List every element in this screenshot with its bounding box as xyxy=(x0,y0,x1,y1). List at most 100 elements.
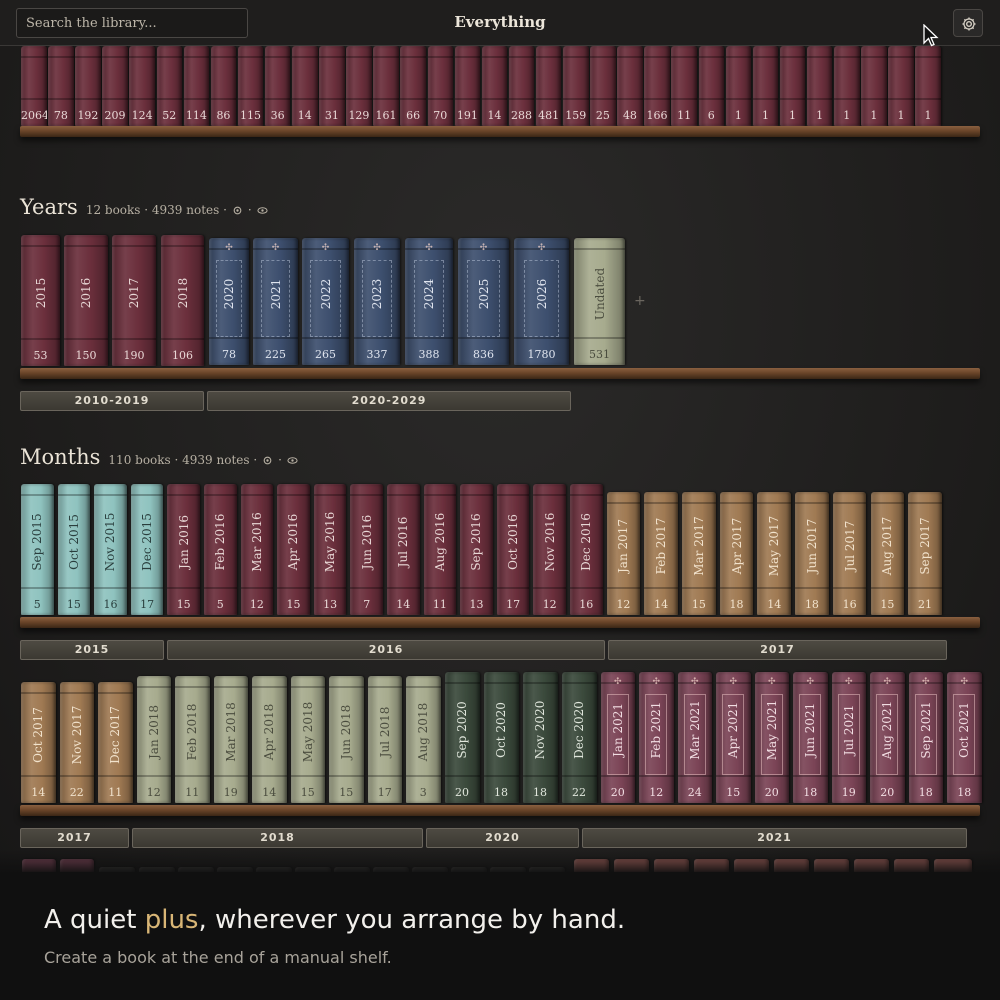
book-spine[interactable]: Nov 2017 22 xyxy=(59,682,94,803)
book-spine[interactable]: 86 xyxy=(210,46,237,126)
group-bracket[interactable]: 2015 xyxy=(20,640,164,660)
book-spine[interactable]: ✣ Jun 2021 18 xyxy=(793,672,828,803)
book-spine[interactable]: ✣ 2022 265 xyxy=(302,238,349,365)
book-spine[interactable]: Feb 2017 14 xyxy=(644,492,678,615)
book-spine[interactable]: 1 xyxy=(779,46,806,126)
book-spine[interactable]: ✣ Apr 2021 15 xyxy=(716,672,751,803)
book-spine[interactable]: 52 xyxy=(156,46,182,126)
book-spine[interactable]: Jan 2016 15 xyxy=(167,484,200,615)
book-spine[interactable]: Oct 2017 14 xyxy=(21,682,56,803)
group-bracket[interactable]: 2021 xyxy=(582,828,967,848)
book-spine[interactable]: 1 xyxy=(888,46,914,126)
book-spine[interactable]: Nov 2020 18 xyxy=(522,672,558,803)
book-spine[interactable]: Dec 2020 22 xyxy=(561,672,597,803)
book-spine[interactable]: Nov 2015 16 xyxy=(94,484,127,615)
book-spine[interactable]: Jul 2018 17 xyxy=(367,676,402,803)
book-spine[interactable]: Oct 2016 17 xyxy=(496,484,530,615)
book-spine[interactable]: 1 xyxy=(915,46,941,126)
book-spine[interactable]: ✣ Jul 2021 19 xyxy=(831,672,866,803)
book-spine[interactable]: Dec 2017 11 xyxy=(98,682,133,803)
book-spine[interactable]: 78 xyxy=(48,46,74,126)
book-spine[interactable]: 1 xyxy=(806,46,833,126)
book-spine[interactable]: Jul 2017 16 xyxy=(832,492,867,615)
book-spine[interactable]: ✣ 2026 1780 xyxy=(514,238,569,365)
book-spine[interactable]: 1 xyxy=(834,46,860,126)
book-spine[interactable]: 161 xyxy=(373,46,399,126)
book-spine[interactable]: 114 xyxy=(183,46,210,126)
book-spine[interactable]: ✣ Feb 2021 12 xyxy=(639,672,674,803)
book-spine[interactable]: May 2017 14 xyxy=(757,492,792,615)
book-spine[interactable]: Sep 2016 13 xyxy=(460,484,493,615)
book-spine[interactable]: 209 xyxy=(102,46,128,126)
book-spine[interactable]: ✣ May 2021 20 xyxy=(754,672,789,803)
eye-icon[interactable] xyxy=(257,205,268,216)
book-spine[interactable]: Jun 2018 15 xyxy=(329,676,364,803)
book-spine[interactable]: Mar 2016 12 xyxy=(240,484,274,615)
book-spine[interactable]: 48 xyxy=(617,46,643,126)
book-spine[interactable]: 124 xyxy=(129,46,155,126)
book-spine[interactable]: Aug 2018 3 xyxy=(406,676,441,803)
book-spine[interactable]: Nov 2016 12 xyxy=(533,484,566,615)
book-spine[interactable]: 66 xyxy=(400,46,426,126)
book-spine[interactable]: 1 xyxy=(861,46,887,126)
book-spine[interactable]: Dec 2015 17 xyxy=(130,484,164,615)
eye-icon[interactable] xyxy=(287,455,298,466)
book-spine[interactable]: ✣ 2024 388 xyxy=(405,238,453,365)
book-spine[interactable]: 36 xyxy=(264,46,291,126)
book-spine[interactable]: ✣ Jan 2021 20 xyxy=(600,672,635,803)
book-spine[interactable]: 2015 53 xyxy=(21,235,60,366)
book-spine[interactable]: Aug 2016 11 xyxy=(423,484,457,615)
book-spine[interactable]: May 2018 15 xyxy=(290,676,325,803)
book-spine[interactable]: Apr 2017 18 xyxy=(719,492,754,615)
gear-icon[interactable] xyxy=(262,455,273,466)
book-spine[interactable]: Apr 2016 15 xyxy=(277,484,310,615)
book-spine[interactable]: Feb 2018 11 xyxy=(175,676,210,803)
book-spine[interactable]: 70 xyxy=(427,46,453,126)
plus-icon[interactable]: + xyxy=(634,293,646,309)
book-spine[interactable]: 288 xyxy=(508,46,535,126)
book-spine[interactable]: 1 xyxy=(725,46,752,126)
book-spine[interactable]: 1 xyxy=(752,46,779,126)
book-spine[interactable]: 129 xyxy=(346,46,372,126)
book-spine[interactable]: 2018 106 xyxy=(161,235,204,366)
group-bracket[interactable]: 2020 xyxy=(426,828,579,848)
book-spine[interactable]: 481 xyxy=(535,46,562,126)
book-spine[interactable]: 159 xyxy=(563,46,589,126)
book-spine[interactable]: Jun 2016 7 xyxy=(350,484,383,615)
book-spine[interactable]: 14 xyxy=(292,46,318,126)
book-spine[interactable]: Jul 2016 14 xyxy=(387,484,420,615)
gear-icon[interactable] xyxy=(232,205,243,216)
book-spine[interactable]: Apr 2018 14 xyxy=(252,676,287,803)
book-spine[interactable]: 2016 150 xyxy=(64,235,108,366)
book-spine[interactable]: 192 xyxy=(75,46,101,126)
group-bracket[interactable]: 2016 xyxy=(167,640,605,660)
book-spine[interactable]: Jan 2018 12 xyxy=(136,676,171,803)
book-spine[interactable]: Jan 2017 12 xyxy=(606,492,641,615)
book-spine[interactable]: ✣ 2023 337 xyxy=(354,238,400,365)
book-spine[interactable]: Aug 2017 15 xyxy=(870,492,905,615)
book-spine[interactable]: Mar 2017 15 xyxy=(682,492,716,615)
book-spine[interactable]: Oct 2015 15 xyxy=(57,484,91,615)
book-spine[interactable]: 2064 xyxy=(21,46,47,126)
book-spine[interactable]: Undated 531 xyxy=(574,238,625,365)
book-spine[interactable]: Feb 2016 5 xyxy=(204,484,237,615)
book-spine[interactable]: Oct 2020 18 xyxy=(483,672,519,803)
book-spine[interactable]: 31 xyxy=(319,46,345,126)
book-spine[interactable]: 2017 190 xyxy=(112,235,156,366)
book-spine[interactable]: Sep 2017 21 xyxy=(908,492,942,615)
book-spine[interactable]: ✣ 2025 836 xyxy=(458,238,509,365)
book-spine[interactable]: Jun 2017 18 xyxy=(795,492,829,615)
book-spine[interactable]: 166 xyxy=(644,46,670,126)
book-spine[interactable]: Mar 2018 19 xyxy=(213,676,248,803)
book-spine[interactable]: ✣ Oct 2021 18 xyxy=(947,672,982,803)
book-spine[interactable]: Sep 2020 20 xyxy=(444,672,480,803)
book-spine[interactable]: 191 xyxy=(454,46,481,126)
book-spine[interactable]: May 2016 13 xyxy=(313,484,347,615)
book-spine[interactable]: ✣ 2021 225 xyxy=(253,238,298,365)
book-spine[interactable]: ✣ Aug 2021 20 xyxy=(870,672,905,803)
group-bracket[interactable]: 2010-2019 xyxy=(20,391,204,411)
book-spine[interactable]: 6 xyxy=(698,46,724,126)
group-bracket[interactable]: 2017 xyxy=(608,640,947,660)
book-spine[interactable]: 14 xyxy=(481,46,508,126)
book-spine[interactable]: 115 xyxy=(237,46,264,126)
